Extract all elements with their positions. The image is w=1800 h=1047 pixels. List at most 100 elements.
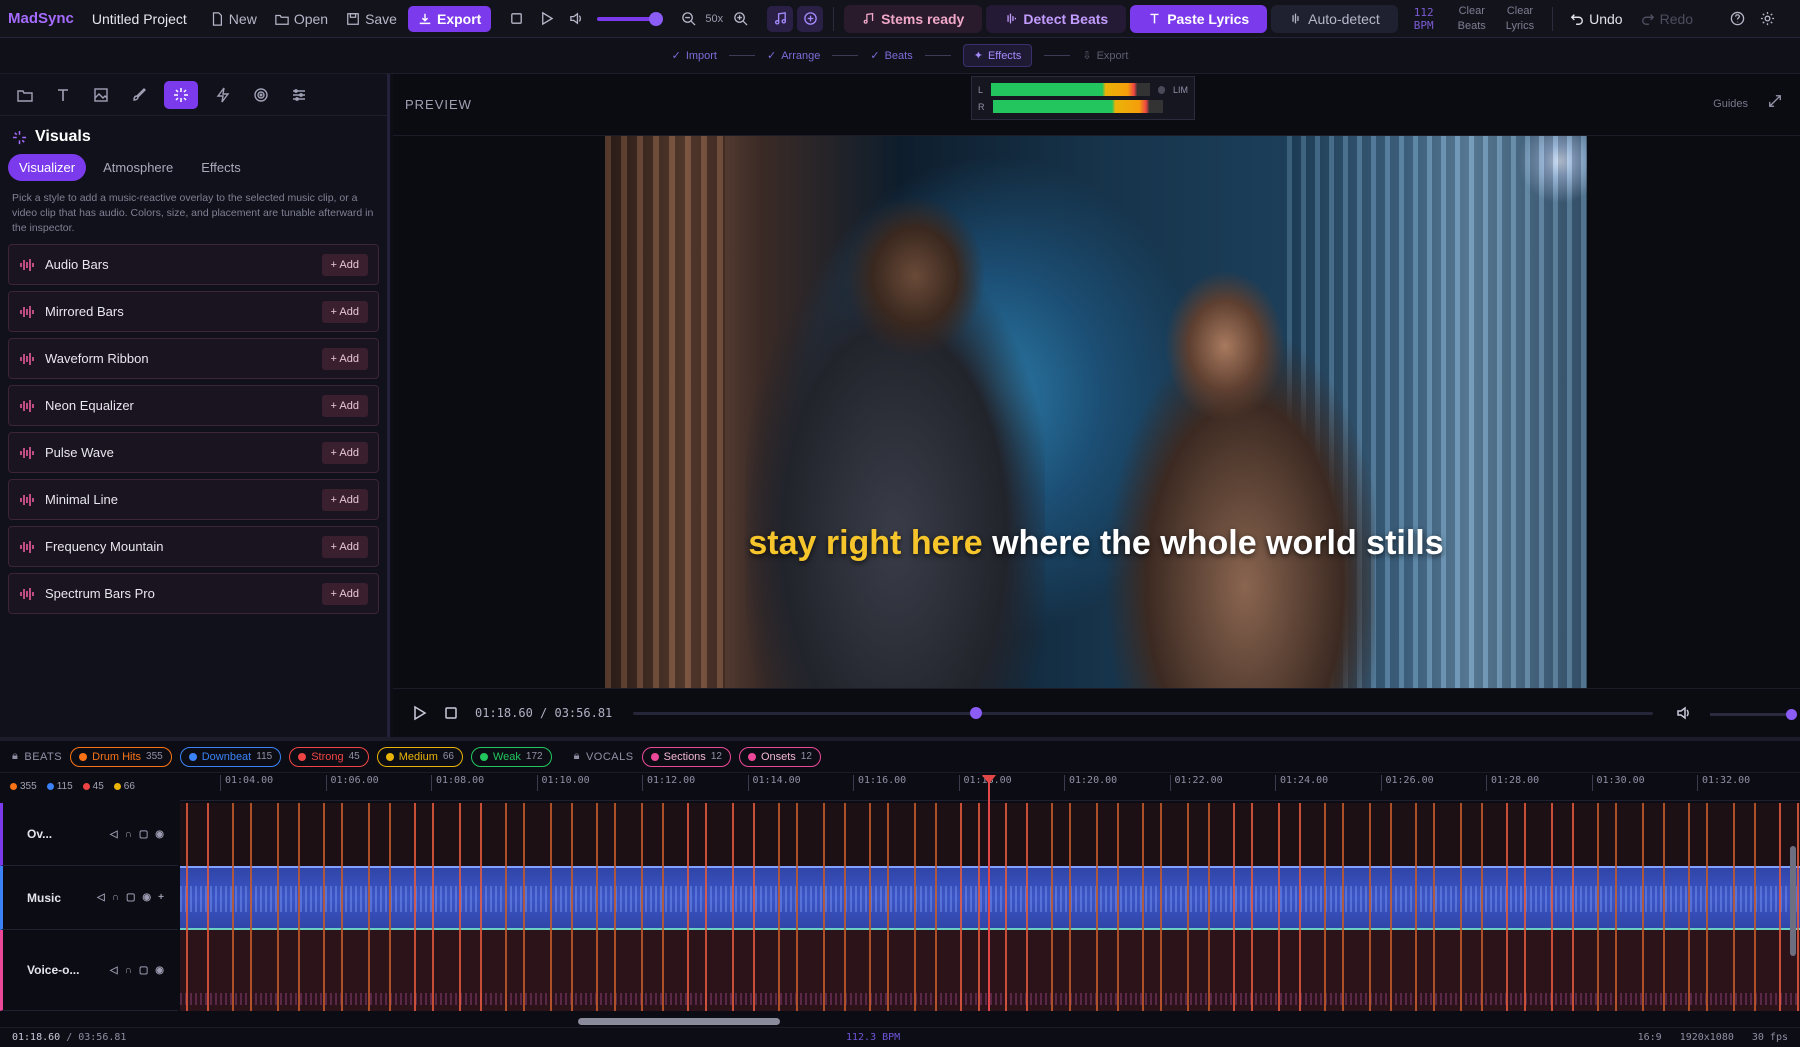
add-visualizer-button[interactable]: + Add (321, 253, 368, 276)
stems-ready-button[interactable]: Stems ready (844, 4, 983, 33)
beat-marker[interactable] (186, 803, 188, 1011)
redo-button[interactable]: Redo (1634, 6, 1700, 32)
video-frame[interactable]: stay right here where the whole world st… (605, 136, 1587, 688)
overlay-lane[interactable] (180, 803, 1800, 866)
beat-marker[interactable] (1324, 803, 1326, 1011)
play-icon[interactable] (411, 705, 427, 721)
volume-button[interactable] (563, 6, 589, 32)
clear-lyrics-button[interactable]: Clear Lyrics (1506, 4, 1534, 34)
open-button[interactable]: Open (268, 6, 335, 32)
beat-marker[interactable] (935, 803, 937, 1011)
beat-marker[interactable] (232, 803, 234, 1011)
beat-marker[interactable] (732, 803, 734, 1011)
expand-icon[interactable] (1768, 94, 1782, 111)
save-button[interactable]: Save (339, 6, 404, 32)
image-icon[interactable] (88, 82, 114, 108)
beat-marker[interactable] (1551, 803, 1553, 1011)
help-button[interactable] (1724, 6, 1750, 32)
beat-marker[interactable] (1142, 803, 1144, 1011)
vocal-filter-chip[interactable]: Sections 12 (641, 746, 731, 767)
headphones-icon[interactable]: ∩ (112, 892, 119, 903)
add-icon[interactable]: + (158, 892, 164, 903)
eye-icon[interactable]: ◉ (142, 892, 151, 903)
sliders-icon[interactable] (286, 82, 312, 108)
playhead[interactable] (982, 775, 996, 1011)
add-visualizer-button[interactable]: + Add (321, 441, 368, 464)
beat-filter-chip[interactable]: Weak 172 (471, 746, 552, 767)
lock-icon[interactable]: ▢ (139, 829, 148, 840)
beat-marker[interactable] (571, 803, 573, 1011)
beat-marker[interactable] (1187, 803, 1189, 1011)
track-header-overlay[interactable]: Ov... ◁ ∩ ▢ ◉ (0, 803, 178, 866)
beat-marker[interactable] (1160, 803, 1162, 1011)
beat-marker[interactable] (1051, 803, 1053, 1011)
beat-marker[interactable] (1069, 803, 1071, 1011)
beat-marker[interactable] (550, 803, 552, 1011)
visualizer-item[interactable]: Audio Bars + Add (8, 244, 379, 285)
beat-marker[interactable] (1642, 803, 1644, 1011)
beat-marker[interactable] (414, 803, 416, 1011)
clear-beats-button[interactable]: Clear Beats (1458, 4, 1486, 34)
beat-marker[interactable] (368, 803, 370, 1011)
brush-icon[interactable] (126, 82, 152, 108)
lock-icon[interactable]: 🔒︎ (12, 750, 18, 763)
beat-marker[interactable] (823, 803, 825, 1011)
beat-marker[interactable] (1342, 803, 1344, 1011)
beat-marker[interactable] (1278, 803, 1280, 1011)
beat-marker[interactable] (1733, 803, 1735, 1011)
track-header-voiceover[interactable]: Voice-o... ◁ ∩ ▢ ◉ (0, 930, 178, 1011)
beat-marker[interactable] (887, 803, 889, 1011)
beat-marker[interactable] (1026, 803, 1028, 1011)
visualizer-item[interactable]: Waveform Ribbon + Add (8, 338, 379, 379)
target-icon[interactable] (248, 82, 274, 108)
lock-icon[interactable]: ▢ (139, 965, 148, 976)
volume-handle[interactable] (1786, 709, 1797, 720)
undo-button[interactable]: Undo (1563, 6, 1629, 32)
track-lanes[interactable] (180, 803, 1800, 1011)
visualizer-item[interactable]: Spectrum Bars Pro + Add (8, 573, 379, 614)
zoom-out-button[interactable] (675, 6, 701, 32)
beat-marker[interactable] (614, 803, 616, 1011)
project-name[interactable]: Untitled Project (92, 11, 187, 27)
volume-slider[interactable] (597, 11, 664, 26)
beat-marker[interactable] (1415, 803, 1417, 1011)
beat-marker[interactable] (705, 803, 707, 1011)
stop-icon[interactable] (443, 705, 459, 721)
beat-marker[interactable] (662, 803, 664, 1011)
beat-marker[interactable] (960, 803, 962, 1011)
visualizer-item[interactable]: Minimal Line + Add (8, 479, 379, 520)
settings-button[interactable] (1754, 6, 1780, 32)
beat-marker[interactable] (207, 803, 209, 1011)
beat-marker[interactable] (844, 803, 846, 1011)
beat-marker[interactable] (341, 803, 343, 1011)
auto-detect-button[interactable]: Auto-detect (1271, 4, 1398, 33)
beat-marker[interactable] (298, 803, 300, 1011)
visualizer-item[interactable]: Pulse Wave + Add (8, 432, 379, 473)
tab-atmosphere[interactable]: Atmosphere (92, 154, 184, 181)
beat-marker[interactable] (1481, 803, 1483, 1011)
speaker-icon[interactable] (1676, 705, 1692, 721)
beat-marker[interactable] (1572, 803, 1574, 1011)
beat-marker[interactable] (1390, 803, 1392, 1011)
voiceover-lane[interactable] (180, 930, 1800, 1011)
beat-marker[interactable] (389, 803, 391, 1011)
play-button[interactable] (533, 6, 559, 32)
add-visualizer-button[interactable]: + Add (321, 394, 368, 417)
beat-marker[interactable] (1597, 803, 1599, 1011)
beat-marker[interactable] (505, 803, 507, 1011)
beat-marker[interactable] (1369, 803, 1371, 1011)
headphones-icon[interactable]: ∩ (125, 829, 132, 840)
seek-bar[interactable] (633, 707, 1653, 719)
beat-marker[interactable] (796, 803, 798, 1011)
beat-marker[interactable] (277, 803, 279, 1011)
beat-marker[interactable] (1524, 803, 1526, 1011)
lock-icon[interactable]: ▢ (126, 892, 135, 903)
beat-filter-chip[interactable]: Downbeat 115 (179, 746, 282, 767)
folder-icon[interactable] (12, 82, 38, 108)
detect-beats-button[interactable]: Detect Beats (986, 4, 1127, 33)
add-visualizer-button[interactable]: + Add (321, 582, 368, 605)
zoom-in-button[interactable] (727, 6, 753, 32)
text-tool-icon[interactable] (50, 82, 76, 108)
visualizer-item[interactable]: Neon Equalizer + Add (8, 385, 379, 426)
beat-marker[interactable] (1663, 803, 1665, 1011)
